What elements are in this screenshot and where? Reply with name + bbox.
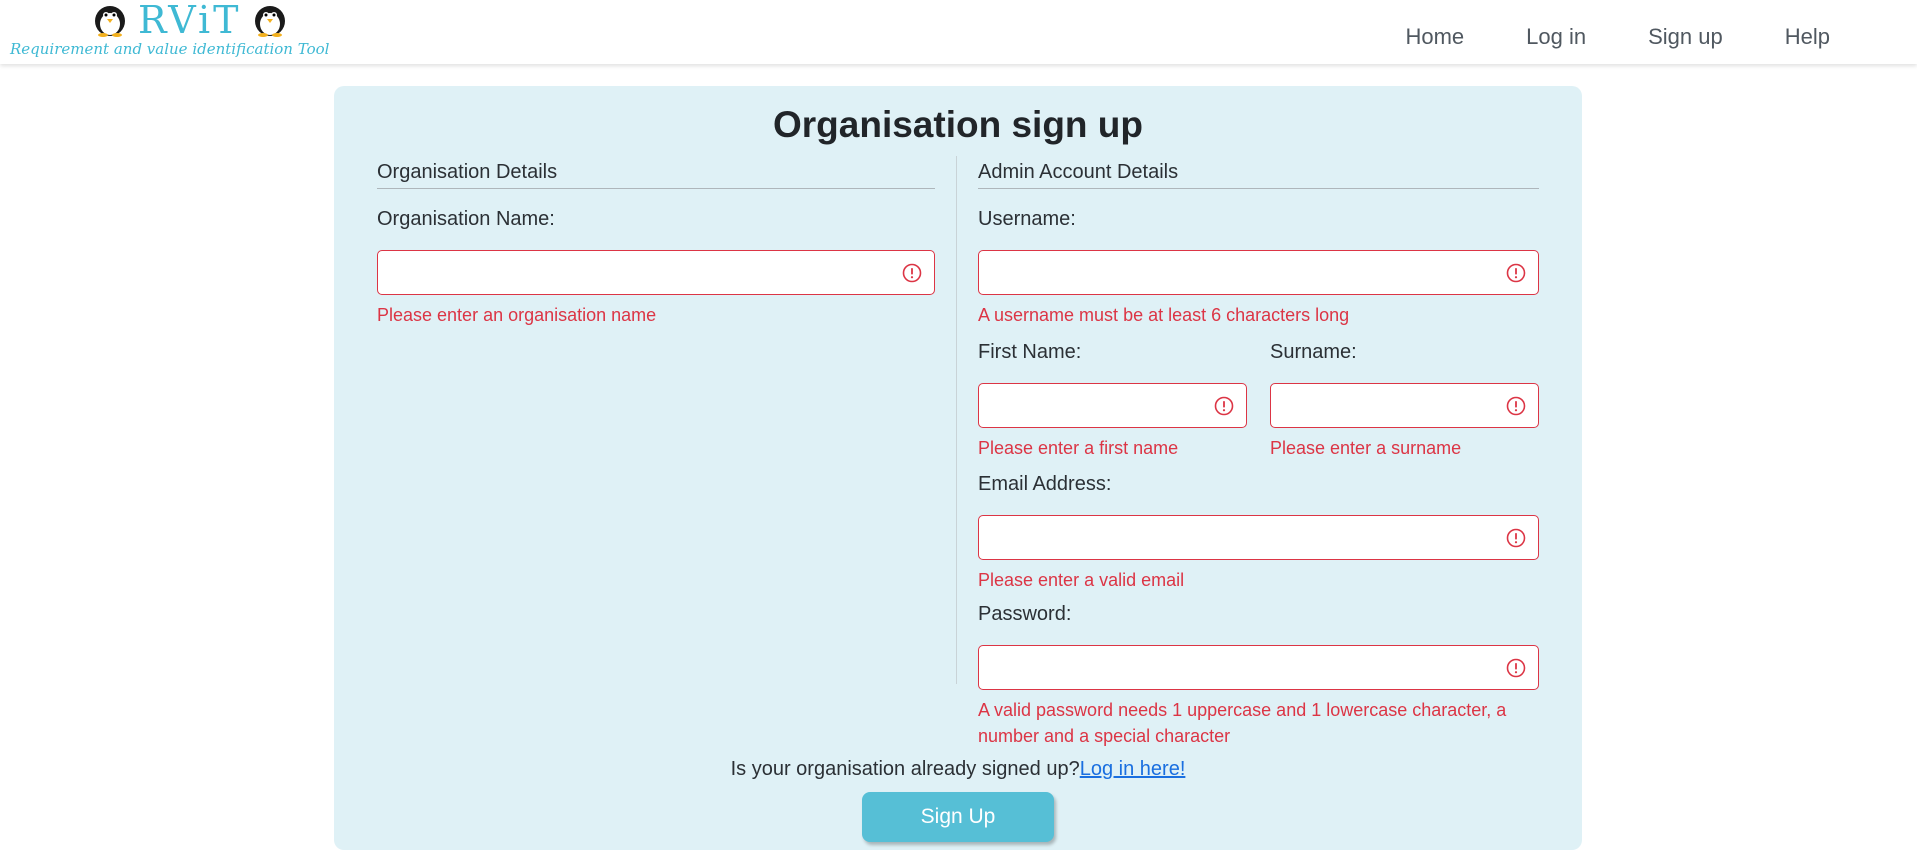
first-name-field: First Name: Please enter a first name: [978, 337, 1247, 461]
nav-signup-link[interactable]: Sign up: [1648, 24, 1723, 50]
username-label: Username:: [978, 208, 1076, 230]
exclamation-circle-icon: [902, 263, 922, 282]
password-label: Password:: [978, 603, 1072, 625]
password-error: A valid password needs 1 uppercase and 1…: [978, 700, 1507, 746]
already-signed-up-text: Is your organisation already signed up?L…: [334, 758, 1582, 781]
already-signed-up-question: Is your organisation already signed up?: [730, 758, 1080, 780]
password-input[interactable]: [979, 646, 1538, 689]
password-field: Password: A valid password needs 1 upper…: [978, 599, 1539, 749]
exclamation-circle-icon: [1214, 396, 1234, 415]
organisation-details-section: Organisation Details Organisation Name: …: [377, 156, 935, 325]
username-field: Username: A username must be at least 6 …: [978, 204, 1539, 328]
section-title-admin: Admin Account Details: [978, 156, 1539, 189]
admin-account-section: Admin Account Details Username: A userna…: [978, 156, 1539, 746]
brand-logo[interactable]: RViT Requirement and value identificatio…: [10, 0, 380, 64]
exclamation-circle-icon: [1506, 658, 1526, 677]
section-title-organisation: Organisation Details: [377, 156, 935, 189]
email-field: Email Address: Please enter a valid emai…: [978, 469, 1539, 593]
exclamation-circle-icon: [1506, 263, 1526, 282]
exclamation-circle-icon: [1506, 528, 1526, 547]
nav-help-link[interactable]: Help: [1785, 24, 1830, 50]
first-name-label: First Name:: [978, 341, 1082, 363]
column-divider: [956, 156, 957, 684]
signup-card: Organisation sign up Organisation Detail…: [334, 86, 1582, 850]
form-title: Organisation sign up: [772, 104, 1144, 145]
top-navbar: RViT Requirement and value identificatio…: [0, 0, 1917, 64]
surname-error: Please enter a surname: [1270, 438, 1462, 458]
surname-field: Surname: Please enter a surname: [1270, 337, 1539, 461]
email-input[interactable]: [979, 516, 1538, 559]
first-name-error: Please enter a first name: [978, 438, 1179, 458]
penguin-icon: [254, 6, 285, 37]
logo-title: RViT: [138, 0, 242, 42]
email-label: Email Address:: [978, 473, 1112, 495]
sign-up-button[interactable]: Sign Up: [862, 792, 1054, 842]
org-name-label: Organisation Name:: [377, 208, 555, 230]
email-error: Please enter a valid email: [978, 570, 1185, 590]
nav-menu: Home Log in Sign up Help: [1343, 0, 1830, 73]
username-error: A username must be at least 6 characters…: [978, 305, 1350, 325]
login-here-link[interactable]: Log in here!: [1080, 758, 1186, 780]
exclamation-circle-icon: [1506, 396, 1526, 415]
org-name-field: Organisation Name: Please enter an organ…: [377, 204, 935, 328]
org-name-error: Please enter an organisation name: [377, 305, 657, 325]
first-name-input[interactable]: [979, 384, 1246, 427]
nav-login-link[interactable]: Log in: [1526, 24, 1586, 50]
penguin-icon: [95, 6, 125, 37]
surname-input[interactable]: [1271, 384, 1538, 427]
surname-label: Surname:: [1270, 341, 1357, 363]
nav-home-link[interactable]: Home: [1405, 24, 1464, 50]
logo-subtitle: Requirement and value identification Too…: [10, 40, 330, 58]
org-name-input[interactable]: [378, 251, 934, 294]
username-input[interactable]: [979, 251, 1538, 294]
